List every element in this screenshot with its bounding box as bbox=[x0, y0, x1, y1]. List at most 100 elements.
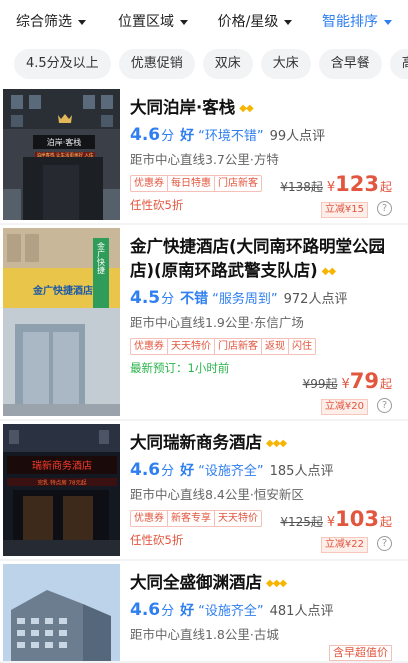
diamond-rating-icon: ◆◆ bbox=[239, 102, 253, 114]
chevron-down-icon bbox=[78, 19, 86, 25]
hotel-info: 大同全盛御渊酒店 ◆◆◆ 4.6分好 “设施齐全” 481人点评 距市中心直线1.8公… bbox=[130, 571, 396, 643]
thumb-sign: 泊岸·客栈 bbox=[47, 137, 82, 147]
distance-text: 距市中心直线3.7公里·方特 bbox=[130, 151, 279, 167]
price-block: ¥99起 ¥79起 bbox=[303, 369, 392, 393]
review-quote: “环境不错” bbox=[198, 128, 264, 144]
hotel-name-text: 金广快捷酒店(大同南环路明堂公园店)(原南环路武警支队店) bbox=[130, 237, 386, 280]
chip-breakfast[interactable]: 含早餐 bbox=[318, 49, 382, 79]
distance-text: 距市中心直线1.8公里·古城 bbox=[130, 626, 279, 642]
hotel-name: 金广快捷酒店(大同南环路明堂公园店)(原南环路武警支队店) ◆◆ bbox=[130, 235, 396, 284]
hotel-name-text: 大同瑞新商务酒店 bbox=[130, 433, 262, 452]
hotel-list: 泊岸·客栈 泊岸客栈 让生活更美好 入住 大同泊岸·客栈 ◆◆ 4.6分好 “环境不… bbox=[0, 86, 408, 663]
rating-line: 4.5分 不错 “服务周到” 972人点评 bbox=[130, 288, 396, 308]
chip-twin-bed[interactable]: 双床 bbox=[202, 49, 253, 79]
sort-filter-price-star[interactable]: 价格/星级 bbox=[204, 11, 306, 31]
price-block: ¥138起 ¥123起 bbox=[280, 172, 392, 196]
sort-label: 价格/星级 bbox=[217, 14, 279, 30]
thumb-banner: 完乳 特点房 78元起 bbox=[38, 479, 87, 487]
review-quote: “设施齐全” bbox=[198, 603, 264, 619]
hotel-name-text: 大同全盛御渊酒店 bbox=[130, 573, 262, 592]
original-price: ¥99起 bbox=[302, 377, 338, 391]
promo-tag: 优惠券 bbox=[134, 512, 164, 524]
review-count[interactable]: 99人点评 bbox=[270, 129, 326, 144]
quick-filter-bar: 4.5分及以上 优惠促销 双床 大床 含早餐 高 bbox=[0, 42, 408, 86]
review-count[interactable]: 972人点评 bbox=[284, 292, 348, 307]
rating-unit: 分 bbox=[161, 291, 175, 307]
thumb-sign: 瑞新商务酒店 bbox=[32, 459, 92, 472]
hotel-name: 大同全盛御渊酒店 ◆◆◆ bbox=[130, 571, 396, 596]
help-icon[interactable]: ? bbox=[377, 201, 392, 216]
sort-label: 智能排序 bbox=[322, 14, 378, 30]
promo-tags: 优惠券 新客专享 天天特价 bbox=[130, 509, 262, 527]
sort-label: 位置区域 bbox=[118, 14, 174, 30]
rating-unit: 分 bbox=[161, 603, 175, 619]
hotel-card[interactable]: 大同全盛御渊酒店 ◆◆◆ 4.6分好 “设施齐全” 481人点评 距市中心直线1.8公… bbox=[0, 561, 408, 661]
distance-text: 距市中心直线8.4公里·恒安新区 bbox=[130, 486, 304, 502]
promo-tags: 优惠券 天天特价 门店新客 返现 闪住 bbox=[130, 337, 316, 355]
chip-king-bed[interactable]: 大床 bbox=[260, 49, 311, 79]
promo-tag: 返现 bbox=[261, 338, 288, 354]
rating-unit: 分 bbox=[161, 128, 175, 144]
sort-bar: 综合筛选 位置区域 价格/星级 智能排序 bbox=[0, 0, 408, 42]
rating-label: 好 bbox=[180, 127, 195, 144]
review-quote: “服务周到” bbox=[212, 291, 278, 307]
discount-badge: 立减¥20 bbox=[320, 399, 368, 415]
rating-label: 不错 bbox=[180, 290, 209, 307]
rating-score: 4.6 bbox=[130, 124, 161, 145]
chip-promotion[interactable]: 优惠促销 bbox=[118, 49, 195, 79]
hotel-card[interactable]: 泊岸·客栈 泊岸客栈 让生活更美好 入住 大同泊岸·客栈 ◆◆ 4.6分好 “环境不… bbox=[0, 86, 408, 223]
price-suffix: 起 bbox=[379, 180, 392, 194]
review-count[interactable]: 481人点评 bbox=[270, 604, 334, 619]
hotel-info: 金广快捷酒店(大同南环路明堂公园店)(原南环路武警支队店) ◆◆ 4.5分 不错 “服… bbox=[130, 235, 396, 376]
price-block: ¥125起 ¥103起 bbox=[280, 507, 392, 531]
review-quote: “设施齐全” bbox=[198, 463, 264, 479]
hotel-photo: 泊岸·客栈 泊岸客栈 让生活更美好 入住 bbox=[3, 89, 120, 220]
diamond-rating-icon: ◆◆◆ bbox=[266, 577, 287, 589]
promo-tag: 天天特价 bbox=[214, 510, 261, 526]
help-icon[interactable]: ? bbox=[377, 536, 392, 551]
promo-tag: 天天特价 bbox=[167, 338, 214, 354]
rating-score: 4.6 bbox=[130, 599, 161, 620]
hotel-card[interactable]: 瑞新商务酒店 完乳 特点房 78元起 大同瑞新商务酒店 ◆◆◆ 4.6分好 “设施齐… bbox=[0, 421, 408, 559]
distance-text: 距市中心直线1.9公里·东信广场 bbox=[130, 314, 304, 330]
currency-symbol: ¥ bbox=[326, 180, 336, 195]
promo-tag: 每日特惠 bbox=[167, 175, 214, 191]
rating-line: 4.6分好 “环境不错” 99人点评 bbox=[130, 125, 396, 145]
promo-tag: 门店新客 bbox=[214, 175, 261, 191]
thumb-vertical-sign: 金广快捷 bbox=[97, 241, 106, 275]
chevron-down-icon bbox=[180, 19, 188, 25]
promo-tag: 新客专享 bbox=[167, 510, 214, 526]
current-price: 123 bbox=[335, 172, 379, 196]
sort-smart[interactable]: 智能排序 bbox=[306, 11, 408, 31]
sort-filter-all[interactable]: 综合筛选 bbox=[0, 11, 102, 31]
chip-more[interactable]: 高 bbox=[389, 49, 408, 79]
promo-tag: 优惠券 bbox=[134, 340, 164, 352]
review-count[interactable]: 185人点评 bbox=[270, 464, 334, 479]
sort-label: 综合筛选 bbox=[16, 14, 72, 30]
thumb-sign: 金广快捷酒店 bbox=[32, 284, 93, 297]
currency-symbol: ¥ bbox=[326, 515, 336, 530]
hotel-name: 大同瑞新商务酒店 ◆◆◆ bbox=[130, 431, 396, 456]
help-icon[interactable]: ? bbox=[377, 398, 392, 413]
sort-filter-location[interactable]: 位置区域 bbox=[102, 11, 204, 31]
price-suffix: 起 bbox=[379, 377, 392, 391]
hotel-name-text: 大同泊岸·客栈 bbox=[130, 98, 236, 117]
rating-score: 4.5 bbox=[130, 287, 161, 308]
discount-badge: 立减¥15 bbox=[320, 202, 368, 218]
promo-tags: 优惠券 每日特惠 门店新客 bbox=[130, 174, 262, 192]
discount-badge: 立减¥22 bbox=[320, 537, 368, 553]
rating-line: 4.6分好 “设施齐全” 481人点评 bbox=[130, 600, 396, 620]
price-suffix: 起 bbox=[379, 515, 392, 529]
rating-line: 4.6分好 “设施齐全” 185人点评 bbox=[130, 460, 396, 480]
diamond-rating-icon: ◆◆◆ bbox=[266, 437, 287, 449]
rating-label: 好 bbox=[180, 602, 195, 619]
hotel-card[interactable]: 金广快捷酒店 金广快捷 金广快捷酒店(大同南环路明堂公园店)(原南环路武警支队店… bbox=[0, 225, 408, 419]
promo-tag: 优惠券 bbox=[134, 177, 164, 189]
currency-symbol: ¥ bbox=[341, 377, 350, 392]
chevron-down-icon bbox=[384, 19, 392, 25]
original-price: ¥125起 bbox=[280, 515, 323, 529]
breakfast-deal-tag: 含早超值价 bbox=[329, 645, 392, 661]
rating-score: 4.6 bbox=[130, 459, 161, 480]
chip-rating-4-5[interactable]: 4.5分及以上 bbox=[14, 49, 111, 79]
chevron-down-icon bbox=[284, 19, 293, 25]
